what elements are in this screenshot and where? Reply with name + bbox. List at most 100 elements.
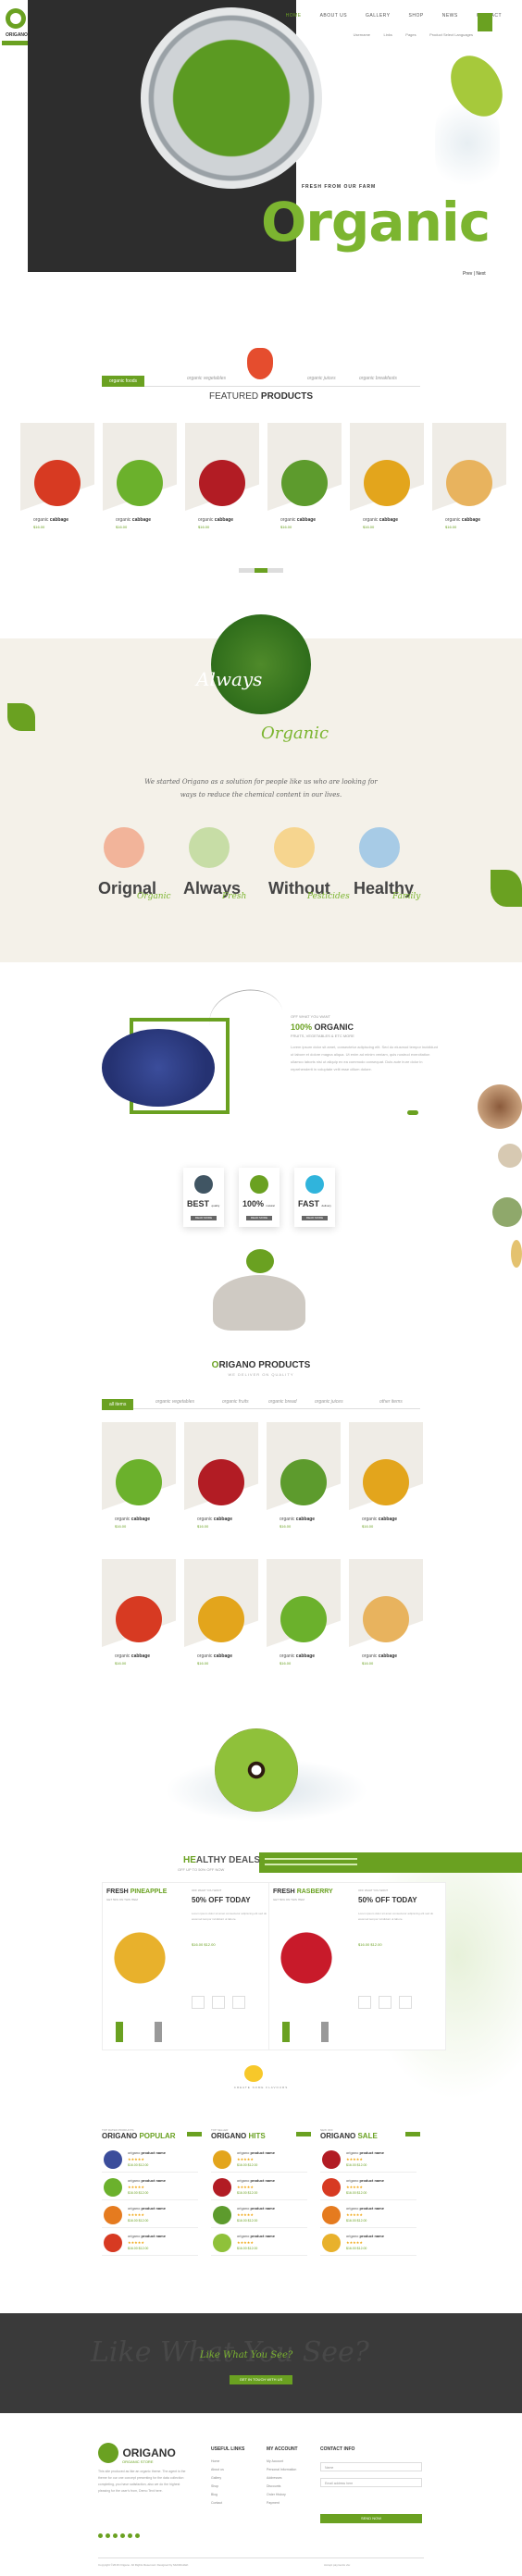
email-field[interactable]: Email address here: [320, 2478, 422, 2487]
footer-link[interactable]: Order History: [267, 2493, 286, 2496]
product-card[interactable]: organic cabbage $16.00: [185, 423, 259, 534]
twitter-icon[interactable]: [106, 2533, 110, 2538]
footer-link[interactable]: About us: [211, 2468, 224, 2471]
product-card[interactable]: organic cabbage $16.00: [267, 1422, 341, 1533]
tab-all-items[interactable]: all items: [102, 1399, 134, 1410]
footer-link[interactable]: Shop: [211, 2484, 218, 2488]
list-item[interactable]: origano product name ★★★★★ $16.00 $12.00: [102, 2230, 198, 2256]
tab-organic-bread[interactable]: organic bread: [268, 1399, 297, 1405]
subnav-pages[interactable]: Pages: [401, 32, 420, 37]
instagram-icon[interactable]: [128, 2533, 132, 2538]
subnav-language[interactable]: Product Select Languages: [425, 32, 478, 37]
cta-button[interactable]: GET IN TOUCH WITH US: [230, 2375, 292, 2384]
footer-link[interactable]: My Account: [267, 2459, 283, 2463]
tab-organic-vegetables[interactable]: organic vegetables: [187, 376, 226, 381]
footer-logo[interactable]: ORIGANO ORGANIC STORE: [98, 2443, 176, 2464]
carousel-dots[interactable]: [239, 568, 283, 573]
product-name[interactable]: organic cabbage: [363, 517, 398, 523]
read-more-button[interactable]: [407, 1110, 418, 1115]
list-item[interactable]: origano product name ★★★★★ $16.00 $12.00: [320, 2174, 416, 2200]
product-name[interactable]: organic cabbage: [197, 1653, 232, 1659]
expand-icon[interactable]: [232, 1996, 245, 2009]
tab-organic-juices[interactable]: organic juices: [307, 376, 336, 381]
list-item[interactable]: origano product name ★★★★★ $16.00 $12.00: [320, 2230, 416, 2256]
send-button[interactable]: SEND NOW: [320, 2514, 422, 2523]
footer-link[interactable]: Blog: [211, 2493, 218, 2496]
footer-link[interactable]: Contact: [211, 2501, 222, 2505]
badge-read-more-button[interactable]: READ MORE: [302, 1216, 328, 1220]
subnav-user[interactable]: Username: [349, 32, 375, 37]
badge-read-more-button[interactable]: READ MORE: [191, 1216, 217, 1220]
nav-shop[interactable]: SHOP: [400, 13, 433, 19]
cart-icon[interactable]: [379, 1996, 392, 2009]
tab-organic-vegetables-2[interactable]: organic vegetables: [155, 1399, 194, 1405]
product-card[interactable]: organic cabbage $16.00: [349, 1422, 423, 1533]
footer-link[interactable]: Addresses: [267, 2476, 282, 2480]
nav-news[interactable]: NEWS: [433, 13, 467, 19]
product-name[interactable]: organic cabbage: [280, 1517, 315, 1522]
facebook-icon[interactable]: [98, 2533, 103, 2538]
name-field[interactable]: Name: [320, 2462, 422, 2471]
nav-about[interactable]: ABOUT US: [311, 13, 356, 19]
carousel-dot-active[interactable]: [255, 568, 267, 573]
footer-link[interactable]: Gallery: [211, 2476, 221, 2480]
pinterest-icon[interactable]: [120, 2533, 125, 2538]
list-item[interactable]: origano product name ★★★★★ $16.00 $12.00: [320, 2147, 416, 2173]
prev-arrow-button[interactable]: [282, 2022, 290, 2042]
heart-icon[interactable]: [358, 1996, 371, 2009]
badge-read-more-button[interactable]: READ MORE: [246, 1216, 272, 1220]
list-item[interactable]: origano product name ★★★★★ $16.00 $12.00: [211, 2230, 307, 2256]
cart-icon[interactable]: [212, 1996, 225, 2009]
nav-home[interactable]: HOME: [277, 13, 311, 19]
product-card[interactable]: organic cabbage $16.00: [267, 423, 342, 534]
product-card[interactable]: organic cabbage $16.00: [432, 423, 506, 534]
list-item[interactable]: origano product name ★★★★★ $16.00 $12.00: [320, 2202, 416, 2228]
product-name[interactable]: organic cabbage: [280, 517, 316, 523]
product-card[interactable]: organic cabbage $16.00: [102, 1422, 176, 1533]
product-name[interactable]: organic cabbage: [198, 517, 233, 523]
tab-other-items[interactable]: other items: [379, 1399, 403, 1405]
tab-organic-juices-2[interactable]: organic juices: [315, 1399, 343, 1405]
footer-link[interactable]: Home: [211, 2459, 219, 2463]
list-item[interactable]: origano product name ★★★★★ $16.00 $12.00: [102, 2147, 198, 2173]
list-item[interactable]: origano product name ★★★★★ $16.00 $12.00: [211, 2202, 307, 2228]
product-card[interactable]: organic cabbage $16.00: [349, 1559, 423, 1670]
cart-icon[interactable]: [478, 13, 492, 31]
prev-arrow-button[interactable]: [116, 2022, 123, 2042]
expand-icon[interactable]: [399, 1996, 412, 2009]
product-card[interactable]: organic cabbage $16.00: [103, 423, 177, 534]
subnav-links[interactable]: Links: [379, 32, 396, 37]
next-arrow-button[interactable]: [321, 2022, 329, 2042]
list-item[interactable]: origano product name ★★★★★ $16.00 $12.00: [102, 2174, 198, 2200]
hero-pager[interactable]: Prev | Next: [463, 271, 486, 277]
tab-organic-breakfasts[interactable]: organic breakfasts: [359, 376, 397, 381]
product-name[interactable]: organic cabbage: [116, 517, 151, 523]
product-name[interactable]: organic cabbage: [280, 1653, 315, 1659]
tab-organic-fruits[interactable]: organic fruits: [222, 1399, 249, 1405]
list-item[interactable]: origano product name ★★★★★ $16.00 $12.00: [211, 2174, 307, 2200]
product-card[interactable]: organic cabbage $16.00: [184, 1422, 258, 1533]
tab-organic-foods[interactable]: organic foods: [102, 376, 145, 387]
product-name[interactable]: organic cabbage: [115, 1517, 150, 1522]
product-name[interactable]: organic cabbage: [33, 517, 68, 523]
google-plus-icon[interactable]: [113, 2533, 118, 2538]
list-item[interactable]: origano product name ★★★★★ $16.00 $12.00: [102, 2202, 198, 2228]
product-card[interactable]: organic cabbage $16.00: [267, 1559, 341, 1670]
list-arrows[interactable]: [405, 2132, 420, 2136]
list-arrows[interactable]: [187, 2132, 202, 2136]
footer-link[interactable]: Payment: [267, 2501, 280, 2505]
product-card[interactable]: organic cabbage $16.00: [102, 1559, 176, 1670]
footer-link[interactable]: Personal Information: [267, 2468, 296, 2471]
nav-gallery[interactable]: GALLERY: [356, 13, 399, 19]
product-name[interactable]: organic cabbage: [115, 1653, 150, 1659]
heart-icon[interactable]: [192, 1996, 205, 2009]
next-arrow-button[interactable]: [155, 2022, 162, 2042]
youtube-icon[interactable]: [135, 2533, 140, 2538]
product-name[interactable]: organic cabbage: [362, 1517, 397, 1522]
product-name[interactable]: organic cabbage: [362, 1653, 397, 1659]
list-item[interactable]: origano product name ★★★★★ $16.00 $12.00: [211, 2147, 307, 2173]
product-card[interactable]: organic cabbage $16.00: [184, 1559, 258, 1670]
footer-link[interactable]: Discounts: [267, 2484, 280, 2488]
product-card[interactable]: organic cabbage $16.00: [350, 423, 424, 534]
list-arrows[interactable]: [296, 2132, 311, 2136]
